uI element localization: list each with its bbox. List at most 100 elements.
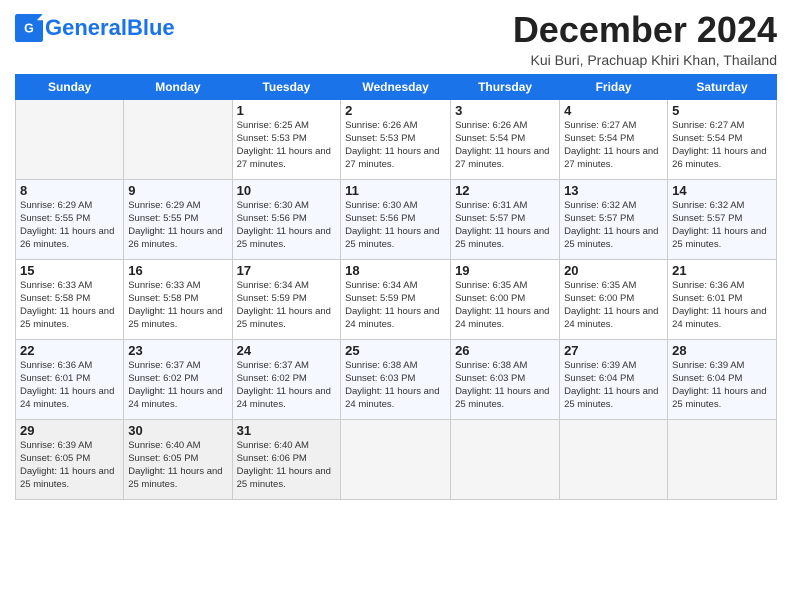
table-row — [560, 419, 668, 499]
calendar-week-row: 15Sunrise: 6:33 AMSunset: 5:58 PMDayligh… — [16, 259, 777, 339]
month-title: December 2024 — [513, 10, 777, 50]
day-info: Sunrise: 6:27 AMSunset: 5:54 PMDaylight:… — [564, 119, 663, 172]
day-number: 2 — [345, 103, 446, 118]
day-info: Sunrise: 6:27 AMSunset: 5:54 PMDaylight:… — [672, 119, 772, 172]
day-info: Sunrise: 6:33 AMSunset: 5:58 PMDaylight:… — [20, 279, 119, 332]
calendar-week-row: 29Sunrise: 6:39 AMSunset: 6:05 PMDayligh… — [16, 419, 777, 499]
day-number: 1 — [237, 103, 337, 118]
day-info: Sunrise: 6:31 AMSunset: 5:57 PMDaylight:… — [455, 199, 555, 252]
day-info: Sunrise: 6:29 AMSunset: 5:55 PMDaylight:… — [128, 199, 227, 252]
day-number: 15 — [20, 263, 119, 278]
table-row: 25Sunrise: 6:38 AMSunset: 6:03 PMDayligh… — [341, 339, 451, 419]
logo-icon: G — [15, 14, 43, 42]
day-number: 19 — [455, 263, 555, 278]
table-row: 8Sunrise: 6:29 AMSunset: 5:55 PMDaylight… — [16, 179, 124, 259]
table-row: 9Sunrise: 6:29 AMSunset: 5:55 PMDaylight… — [124, 179, 232, 259]
day-info: Sunrise: 6:38 AMSunset: 6:03 PMDaylight:… — [455, 359, 555, 412]
day-info: Sunrise: 6:35 AMSunset: 6:00 PMDaylight:… — [455, 279, 555, 332]
table-row: 19Sunrise: 6:35 AMSunset: 6:00 PMDayligh… — [451, 259, 560, 339]
day-info: Sunrise: 6:37 AMSunset: 6:02 PMDaylight:… — [237, 359, 337, 412]
table-row — [16, 99, 124, 179]
table-row: 14Sunrise: 6:32 AMSunset: 5:57 PMDayligh… — [668, 179, 777, 259]
day-number: 26 — [455, 343, 555, 358]
table-row: 26Sunrise: 6:38 AMSunset: 6:03 PMDayligh… — [451, 339, 560, 419]
day-info: Sunrise: 6:30 AMSunset: 5:56 PMDaylight:… — [345, 199, 446, 252]
table-row: 12Sunrise: 6:31 AMSunset: 5:57 PMDayligh… — [451, 179, 560, 259]
header: G GeneralBlue December 2024 Kui Buri, Pr… — [15, 10, 777, 68]
day-number: 14 — [672, 183, 772, 198]
page: G GeneralBlue December 2024 Kui Buri, Pr… — [0, 0, 792, 510]
day-number: 27 — [564, 343, 663, 358]
day-info: Sunrise: 6:32 AMSunset: 5:57 PMDaylight:… — [672, 199, 772, 252]
calendar: Sunday Monday Tuesday Wednesday Thursday… — [15, 74, 777, 500]
day-number: 18 — [345, 263, 446, 278]
day-info: Sunrise: 6:26 AMSunset: 5:53 PMDaylight:… — [345, 119, 446, 172]
day-info: Sunrise: 6:38 AMSunset: 6:03 PMDaylight:… — [345, 359, 446, 412]
day-number: 29 — [20, 423, 119, 438]
day-info: Sunrise: 6:26 AMSunset: 5:54 PMDaylight:… — [455, 119, 555, 172]
day-number: 21 — [672, 263, 772, 278]
table-row: 31Sunrise: 6:40 AMSunset: 6:06 PMDayligh… — [232, 419, 341, 499]
table-row: 11Sunrise: 6:30 AMSunset: 5:56 PMDayligh… — [341, 179, 451, 259]
calendar-week-row: 8Sunrise: 6:29 AMSunset: 5:55 PMDaylight… — [16, 179, 777, 259]
day-info: Sunrise: 6:29 AMSunset: 5:55 PMDaylight:… — [20, 199, 119, 252]
day-info: Sunrise: 6:37 AMSunset: 6:02 PMDaylight:… — [128, 359, 227, 412]
table-row: 21Sunrise: 6:36 AMSunset: 6:01 PMDayligh… — [668, 259, 777, 339]
table-row: 29Sunrise: 6:39 AMSunset: 6:05 PMDayligh… — [16, 419, 124, 499]
day-info: Sunrise: 6:34 AMSunset: 5:59 PMDaylight:… — [237, 279, 337, 332]
table-row — [124, 99, 232, 179]
location: Kui Buri, Prachuap Khiri Khan, Thailand — [513, 52, 777, 68]
logo: G GeneralBlue — [15, 14, 175, 42]
calendar-week-row: 22Sunrise: 6:36 AMSunset: 6:01 PMDayligh… — [16, 339, 777, 419]
table-row: 18Sunrise: 6:34 AMSunset: 5:59 PMDayligh… — [341, 259, 451, 339]
day-info: Sunrise: 6:25 AMSunset: 5:53 PMDaylight:… — [237, 119, 337, 172]
day-number: 4 — [564, 103, 663, 118]
svg-text:G: G — [24, 22, 34, 36]
table-row: 23Sunrise: 6:37 AMSunset: 6:02 PMDayligh… — [124, 339, 232, 419]
table-row: 27Sunrise: 6:39 AMSunset: 6:04 PMDayligh… — [560, 339, 668, 419]
table-row: 5Sunrise: 6:27 AMSunset: 5:54 PMDaylight… — [668, 99, 777, 179]
table-row: 30Sunrise: 6:40 AMSunset: 6:05 PMDayligh… — [124, 419, 232, 499]
day-number: 30 — [128, 423, 227, 438]
day-info: Sunrise: 6:39 AMSunset: 6:05 PMDaylight:… — [20, 439, 119, 492]
col-friday: Friday — [560, 74, 668, 99]
day-number: 3 — [455, 103, 555, 118]
table-row — [341, 419, 451, 499]
day-info: Sunrise: 6:32 AMSunset: 5:57 PMDaylight:… — [564, 199, 663, 252]
day-info: Sunrise: 6:36 AMSunset: 6:01 PMDaylight:… — [672, 279, 772, 332]
calendar-header-row: Sunday Monday Tuesday Wednesday Thursday… — [16, 74, 777, 99]
table-row: 10Sunrise: 6:30 AMSunset: 5:56 PMDayligh… — [232, 179, 341, 259]
col-wednesday: Wednesday — [341, 74, 451, 99]
day-number: 12 — [455, 183, 555, 198]
day-info: Sunrise: 6:40 AMSunset: 6:05 PMDaylight:… — [128, 439, 227, 492]
day-number: 23 — [128, 343, 227, 358]
table-row: 2Sunrise: 6:26 AMSunset: 5:53 PMDaylight… — [341, 99, 451, 179]
table-row: 3Sunrise: 6:26 AMSunset: 5:54 PMDaylight… — [451, 99, 560, 179]
day-number: 17 — [237, 263, 337, 278]
title-block: December 2024 Kui Buri, Prachuap Khiri K… — [513, 10, 777, 68]
logo-blue: Blue — [127, 15, 175, 40]
col-monday: Monday — [124, 74, 232, 99]
day-info: Sunrise: 6:39 AMSunset: 6:04 PMDaylight:… — [564, 359, 663, 412]
table-row: 22Sunrise: 6:36 AMSunset: 6:01 PMDayligh… — [16, 339, 124, 419]
day-info: Sunrise: 6:36 AMSunset: 6:01 PMDaylight:… — [20, 359, 119, 412]
col-saturday: Saturday — [668, 74, 777, 99]
day-info: Sunrise: 6:34 AMSunset: 5:59 PMDaylight:… — [345, 279, 446, 332]
day-number: 31 — [237, 423, 337, 438]
table-row: 4Sunrise: 6:27 AMSunset: 5:54 PMDaylight… — [560, 99, 668, 179]
table-row: 1Sunrise: 6:25 AMSunset: 5:53 PMDaylight… — [232, 99, 341, 179]
day-number: 22 — [20, 343, 119, 358]
day-info: Sunrise: 6:40 AMSunset: 6:06 PMDaylight:… — [237, 439, 337, 492]
table-row: 13Sunrise: 6:32 AMSunset: 5:57 PMDayligh… — [560, 179, 668, 259]
table-row: 16Sunrise: 6:33 AMSunset: 5:58 PMDayligh… — [124, 259, 232, 339]
table-row — [451, 419, 560, 499]
day-number: 13 — [564, 183, 663, 198]
calendar-week-row: 1Sunrise: 6:25 AMSunset: 5:53 PMDaylight… — [16, 99, 777, 179]
day-number: 28 — [672, 343, 772, 358]
col-tuesday: Tuesday — [232, 74, 341, 99]
day-number: 11 — [345, 183, 446, 198]
day-info: Sunrise: 6:33 AMSunset: 5:58 PMDaylight:… — [128, 279, 227, 332]
col-thursday: Thursday — [451, 74, 560, 99]
table-row: 17Sunrise: 6:34 AMSunset: 5:59 PMDayligh… — [232, 259, 341, 339]
table-row: 20Sunrise: 6:35 AMSunset: 6:00 PMDayligh… — [560, 259, 668, 339]
